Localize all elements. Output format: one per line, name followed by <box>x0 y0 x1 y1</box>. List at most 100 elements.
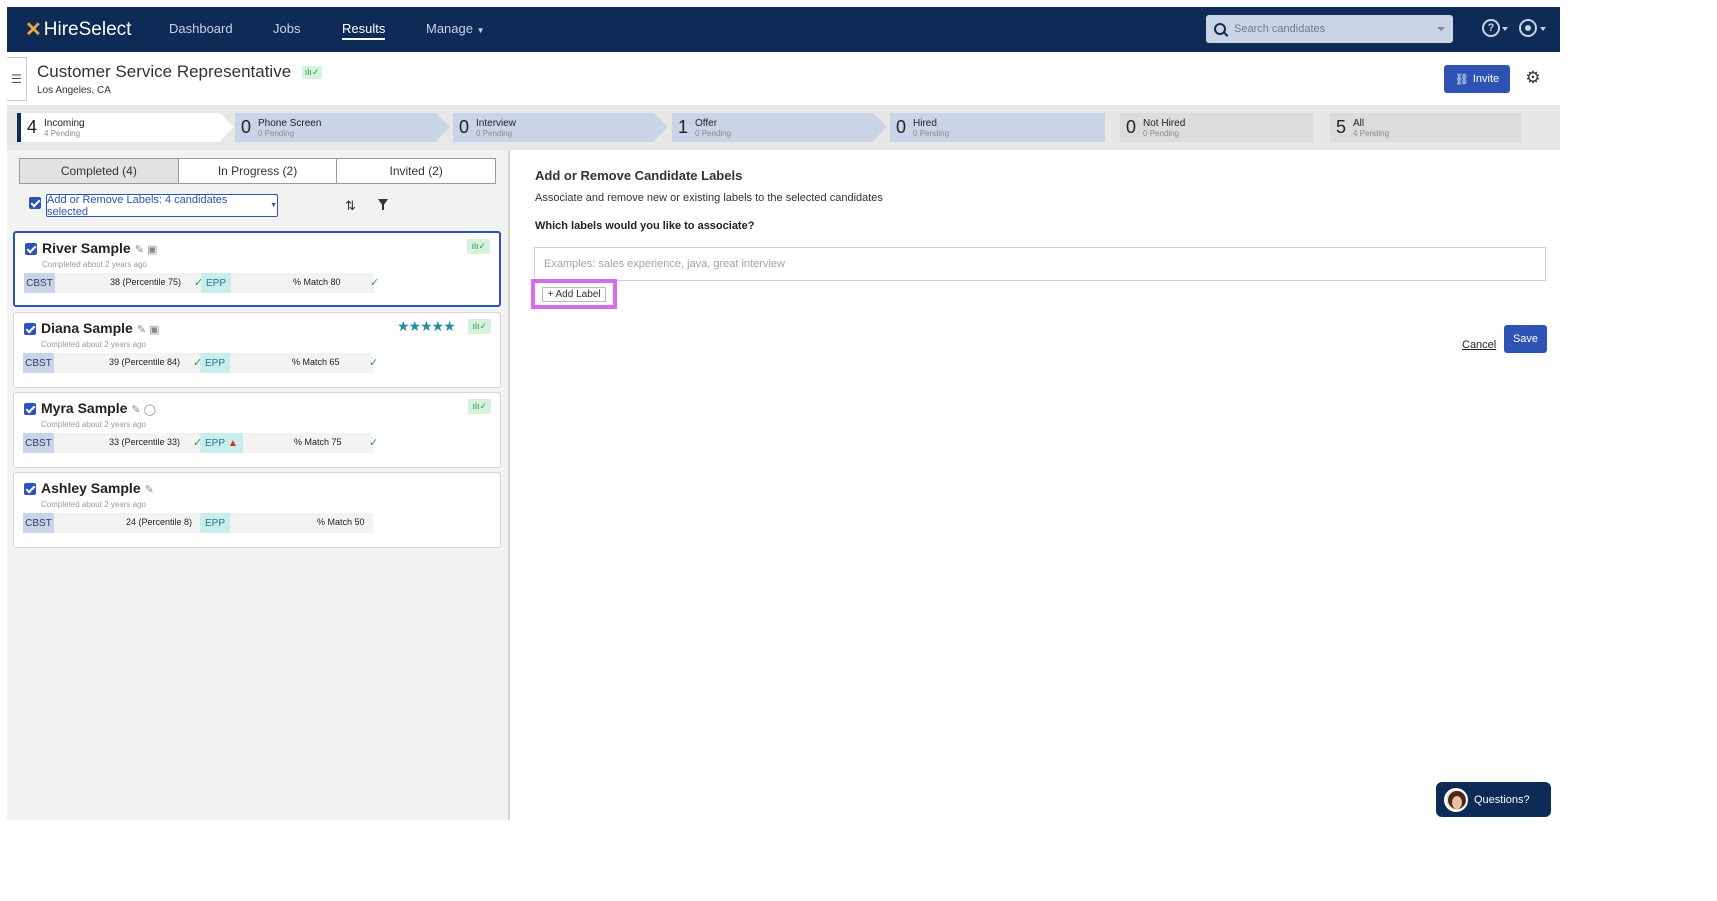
tab-in-progress[interactable]: In Progress (2) <box>178 159 338 183</box>
logo[interactable]: ✕ HireSelect <box>25 17 131 42</box>
labels-title: Add or Remove Candidate Labels <box>535 168 743 183</box>
stage-phone-screen[interactable]: 0 Phone Screen 0 Pending <box>235 113 436 142</box>
stage-arrow <box>654 113 668 141</box>
candidate-name-text: Ashley Sample <box>41 480 141 496</box>
candidate-checkbox[interactable] <box>24 483 36 495</box>
epp-badge[interactable]: EPP <box>200 513 231 533</box>
candidate-list-pane: Completed (4) In Progress (2) Invited (2… <box>7 150 510 820</box>
select-all-checkbox[interactable] <box>29 197 41 209</box>
nav-link-results[interactable]: Results <box>342 21 386 40</box>
labels-subtitle: Associate and remove new or existing lab… <box>535 192 883 204</box>
candidate-name[interactable]: Myra Sample ✎ ◯ <box>41 400 156 416</box>
report-badge[interactable]: ılı✓ <box>468 319 491 334</box>
candidate-name[interactable]: River Sample ✎ ▣ <box>42 240 157 256</box>
nav-link-dashboard[interactable]: Dashboard <box>169 21 233 36</box>
check-icon: ✓ <box>370 277 380 289</box>
chevron-down-icon <box>1502 27 1508 31</box>
chevron-down-icon: ▼ <box>476 26 485 35</box>
stage-label: Hired <box>913 117 937 129</box>
job-location: Los Angeles, CA <box>37 85 111 96</box>
nav-link-manage[interactable]: Manage ▼ <box>426 21 485 36</box>
report-badge[interactable]: ılı✓ <box>468 399 491 414</box>
stage-sub: 0 Pending <box>476 128 513 138</box>
epp-badge[interactable]: EPP <box>201 273 232 293</box>
stage-incoming[interactable]: 4 Incoming 4 Pending <box>17 113 220 142</box>
help-icon[interactable]: ? <box>1482 19 1500 37</box>
candidate-name-text: Myra Sample <box>41 400 128 416</box>
save-button[interactable]: Save <box>1504 325 1547 353</box>
attachment-icon: ✎ <box>144 484 154 496</box>
epp-badge[interactable]: EPP <box>200 353 231 373</box>
stage-offer[interactable]: 1 Offer 0 Pending <box>672 113 873 142</box>
candidate-tabs: Completed (4) In Progress (2) Invited (2… <box>19 158 496 184</box>
candidate-name[interactable]: Diana Sample ✎ ▣ <box>41 320 160 336</box>
candidate-card[interactable]: River Sample ✎ ▣ Completed about 2 years … <box>13 231 501 307</box>
candidate-name[interactable]: Ashley Sample ✎ <box>41 480 154 496</box>
account-icon[interactable] <box>1519 19 1537 37</box>
job-title: Customer Service Representative ılı✓ <box>37 62 323 82</box>
candidate-name-text: River Sample <box>42 240 131 256</box>
cbst-badge[interactable]: CBST <box>23 433 54 453</box>
report-badge[interactable]: ılı✓ <box>467 239 490 254</box>
job-status-badge: ılı✓ <box>301 66 323 80</box>
gear-icon[interactable]: ⚙ <box>1524 69 1542 87</box>
cbst-badge[interactable]: CBST <box>23 353 54 373</box>
stage-hired[interactable]: 0 Hired 0 Pending <box>890 113 1105 142</box>
attachment-calendar-icons: ✎ ▣ <box>134 244 158 256</box>
nav-link-jobs[interactable]: Jobs <box>273 21 300 36</box>
completed-time: Completed about 2 years ago <box>42 260 147 269</box>
search-placeholder: Search candidates <box>1234 23 1326 35</box>
link-icon: ⛓ <box>1454 73 1469 86</box>
stage-count: 1 <box>678 117 689 137</box>
cbst-badge[interactable]: CBST <box>23 513 54 533</box>
tab-invited[interactable]: Invited (2) <box>337 159 496 183</box>
rating-stars-icon[interactable]: ★★★★★ <box>397 318 456 335</box>
candidate-card[interactable]: Ashley Sample ✎ Completed about 2 years a… <box>13 472 501 548</box>
cbst-score: 39 (Percentile 84) <box>109 357 181 367</box>
epp-match: % Match 50 <box>317 517 365 527</box>
candidate-checkbox[interactable] <box>24 403 36 415</box>
candidate-card[interactable]: Diana Sample ✎ ▣ Completed about 2 years … <box>13 312 501 388</box>
add-label-button-highlight[interactable]: + Add Label <box>531 279 617 309</box>
labels-input[interactable]: Examples: sales experience, java, great … <box>534 247 1546 281</box>
chevron-down-icon: ▼ <box>270 202 277 209</box>
epp-match: % Match 75 <box>294 437 342 447</box>
stage-sub: 0 Pending <box>1143 128 1180 138</box>
chevron-down-icon <box>1437 27 1445 31</box>
epp-match: % Match 80 <box>293 277 341 287</box>
assessment-bar: CBST 39 (Percentile 84) ✓ EPP % Match 65… <box>23 353 378 373</box>
invite-button[interactable]: ⛓ Invite <box>1444 65 1510 93</box>
epp-label: EPP <box>205 437 226 449</box>
epp-badge[interactable]: EPP ▲ <box>200 433 243 453</box>
stage-not-hired[interactable]: 0 Not Hired 0 Pending <box>1120 113 1313 142</box>
stage-count: 0 <box>1126 117 1137 137</box>
tab-completed[interactable]: Completed (4) <box>20 159 179 183</box>
search-input[interactable]: Search candidates <box>1206 15 1453 43</box>
stage-sub: 4 Pending <box>44 128 81 138</box>
stage-sub: 4 Pending <box>1353 128 1390 138</box>
stage-all[interactable]: 5 All 4 Pending <box>1330 113 1521 142</box>
bulk-labels-label: Add or Remove Labels: 4 candidates selec… <box>47 193 228 218</box>
stage-arrow <box>220 113 234 141</box>
cancel-link[interactable]: Cancel <box>1462 339 1496 351</box>
assessment-bar: CBST 33 (Percentile 33) ✓ EPP ▲ % Match 7… <box>23 433 378 453</box>
app-frame: ✕ HireSelect Dashboard Jobs Results Mana… <box>7 7 1560 820</box>
filter-icon[interactable] <box>378 199 388 210</box>
completed-time: Completed about 2 years ago <box>41 420 146 429</box>
cbst-score: 24 (Percentile 8) <box>126 517 193 527</box>
completed-time: Completed about 2 years ago <box>41 500 146 509</box>
candidate-checkbox[interactable] <box>25 243 37 255</box>
questions-label: Questions? <box>1474 793 1530 806</box>
menu-toggle-icon[interactable]: ☰ <box>7 57 27 101</box>
add-label-button[interactable]: + Add Label <box>542 286 606 302</box>
stage-label: All <box>1353 117 1365 129</box>
chevron-down-icon <box>1540 27 1546 31</box>
stage-interview[interactable]: 0 Interview 0 Pending <box>453 113 654 142</box>
cbst-badge[interactable]: CBST <box>24 273 55 293</box>
questions-widget[interactable]: Questions? <box>1436 782 1551 817</box>
sort-icon[interactable]: ⇅ <box>345 198 356 214</box>
candidate-checkbox[interactable] <box>24 323 36 335</box>
bulk-labels-button[interactable]: Add or Remove Labels: 4 candidates selec… <box>46 193 278 218</box>
candidate-card[interactable]: Myra Sample ✎ ◯ Completed about 2 years a… <box>13 392 501 468</box>
stage-count: 5 <box>1336 117 1347 137</box>
